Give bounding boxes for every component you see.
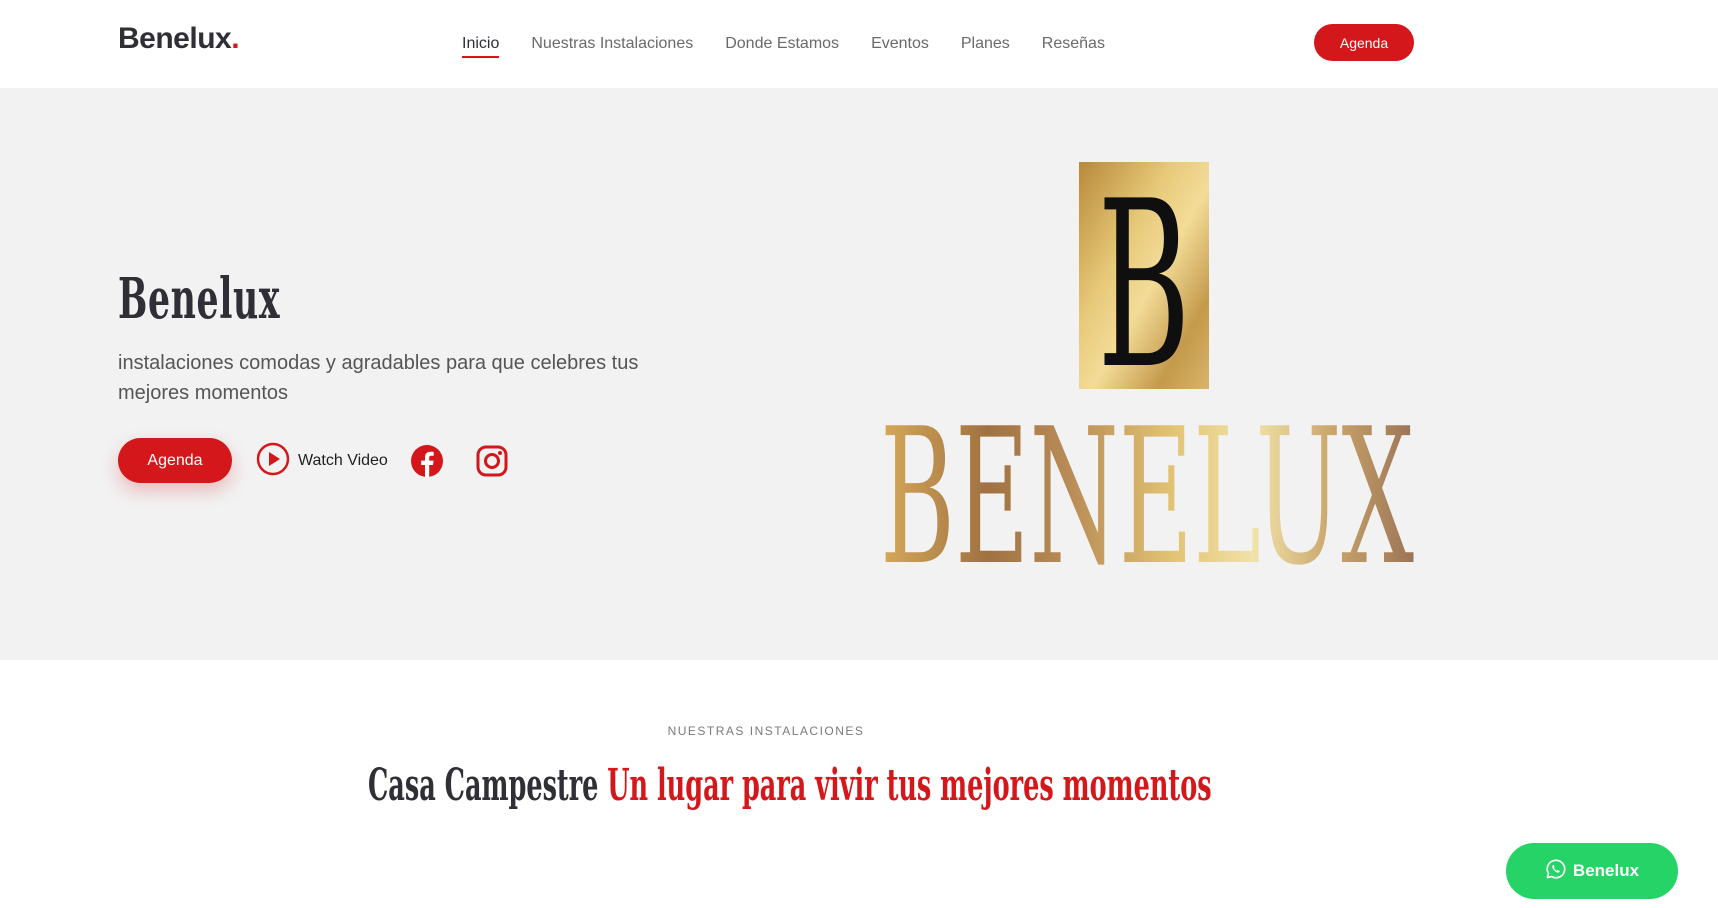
section-heading: Casa Campestre Un lugar para vivir tus m… — [368, 760, 1212, 811]
logo-text: Benelux — [118, 22, 232, 55]
hero-title: Benelux — [118, 266, 281, 332]
whatsapp-button[interactable]: Benelux — [1506, 843, 1678, 899]
hero-agenda-button[interactable]: Agenda — [118, 438, 232, 483]
whatsapp-icon — [1545, 858, 1573, 885]
site-header: Benelux. Inicio Nuestras Instalaciones D… — [0, 0, 1718, 88]
site-logo[interactable]: Benelux. — [118, 22, 240, 56]
header-agenda-button[interactable]: Agenda — [1314, 24, 1414, 61]
whatsapp-label: Benelux — [1572, 861, 1640, 880]
instagram-icon[interactable] — [475, 444, 509, 478]
section-heading-red: Un lugar para vivir tus mejores momentos — [607, 760, 1212, 811]
watch-video-label: Watch Video — [298, 452, 388, 469]
svg-text:BENELUX: BENELUX — [880, 387, 1414, 582]
facebook-icon[interactable] — [410, 444, 444, 478]
benelux-brand-logo: B BENELUX — [880, 152, 1420, 607]
section-kicker: NUESTRAS INSTALACIONES — [667, 724, 865, 738]
hero-description: instalaciones comodas y agradables para … — [118, 352, 639, 404]
nav-item-inicio[interactable]: Inicio — [462, 0, 500, 88]
section-heading-dark: Casa Campestre — [368, 760, 599, 811]
watch-video-button[interactable]: Watch Video — [256, 442, 388, 481]
hero-section: Benelux instalaciones comodas y agradabl… — [0, 88, 1718, 660]
nav-item-resenas[interactable]: Reseñas — [1042, 0, 1105, 88]
logo-dot: . — [231, 22, 240, 55]
play-circle-icon — [256, 442, 290, 481]
main-nav: Inicio Nuestras Instalaciones Donde Esta… — [462, 0, 1137, 88]
nav-item-instalaciones[interactable]: Nuestras Instalaciones — [531, 0, 693, 88]
nav-item-planes[interactable]: Planes — [961, 0, 1010, 88]
nav-item-donde-estamos[interactable]: Donde Estamos — [725, 0, 839, 88]
svg-text:B: B — [1098, 162, 1191, 420]
nav-item-eventos[interactable]: Eventos — [871, 0, 929, 88]
